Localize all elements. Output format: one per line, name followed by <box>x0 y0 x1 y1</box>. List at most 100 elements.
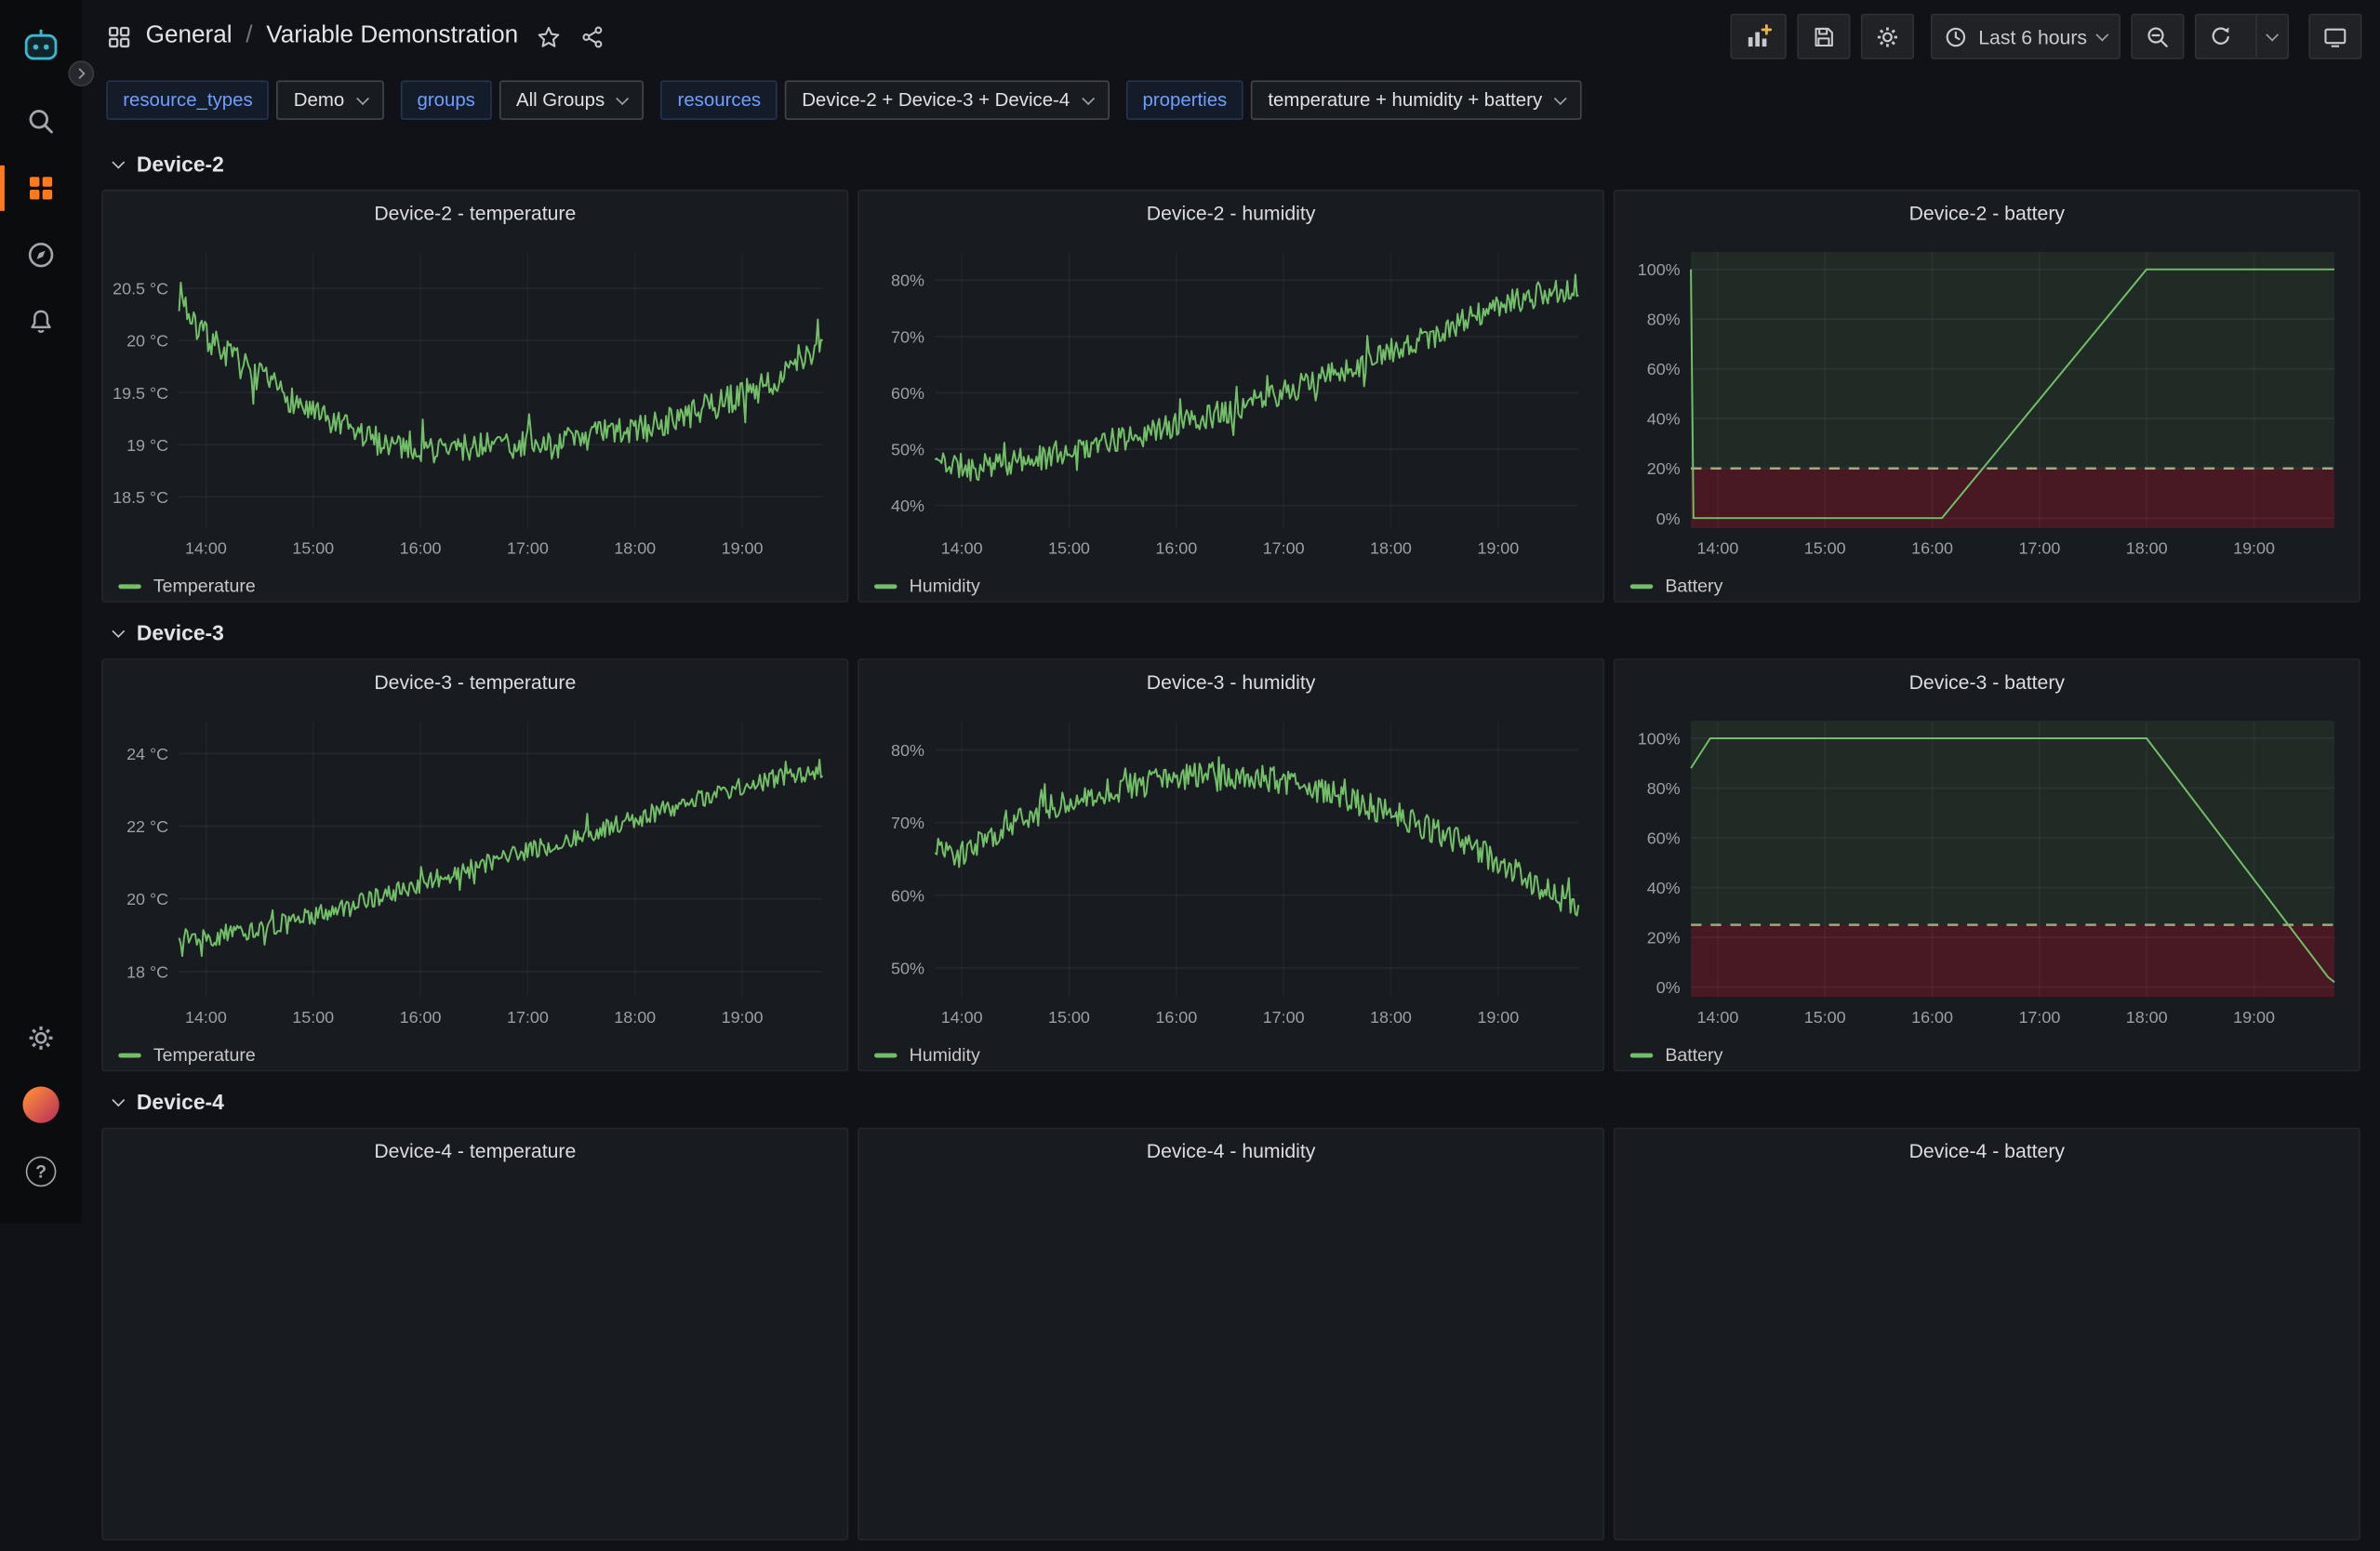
svg-text:15:00: 15:00 <box>292 1008 334 1027</box>
bell-icon <box>26 307 57 338</box>
save-dashboard-button[interactable] <box>1798 14 1851 60</box>
svg-text:17:00: 17:00 <box>2018 539 2060 558</box>
variable-value-dropdown[interactable]: All Groups <box>499 80 645 119</box>
panel-chart: 0%20%40%60%80%100%14:0015:0016:0017:0018… <box>1615 703 2359 1037</box>
svg-text:16:00: 16:00 <box>1911 539 1953 558</box>
add-panel-icon <box>1745 22 1774 51</box>
panel: Device-4 - temperature <box>101 1128 848 1541</box>
svg-text:18.5 °C: 18.5 °C <box>113 488 168 507</box>
svg-text:80%: 80% <box>1647 311 1681 329</box>
panel: Device-3 - temperature18 °C20 °C22 °C24 … <box>101 658 848 1071</box>
add-panel-button[interactable] <box>1731 14 1787 60</box>
svg-text:18:00: 18:00 <box>614 1008 656 1027</box>
variable-label: groups <box>401 80 492 119</box>
refresh-interval-dropdown[interactable] <box>2255 15 2287 58</box>
legend-label: Temperature <box>153 1044 256 1066</box>
svg-text:70%: 70% <box>891 327 924 346</box>
variable-value: Demo <box>294 89 344 111</box>
svg-text:19:00: 19:00 <box>2233 1008 2275 1027</box>
time-range-label: Last 6 hours <box>1978 25 2087 47</box>
sidebar-item-explore[interactable] <box>0 221 82 288</box>
panel-title[interactable]: Device-3 - humidity <box>859 660 1603 703</box>
sidebar-item-help[interactable]: ? <box>0 1138 82 1205</box>
row-title: Device-2 <box>137 152 224 176</box>
row-header-device-4[interactable]: Device-4 <box>113 1090 2360 1114</box>
time-picker-button[interactable]: Last 6 hours <box>1932 14 2121 60</box>
panel-chart: 50%60%70%80%14:0015:0016:0017:0018:0019:… <box>859 703 1603 1037</box>
svg-text:14:00: 14:00 <box>1696 1008 1738 1027</box>
refresh-button[interactable] <box>2195 14 2289 60</box>
apps-grid-icon <box>106 23 132 49</box>
sidebar-item-configuration[interactable] <box>0 1004 82 1071</box>
share-button[interactable] <box>580 23 606 49</box>
dashboard-title[interactable]: Variable Demonstration <box>266 22 518 49</box>
legend-label: Battery <box>1665 576 1722 597</box>
dashboards-grid-icon <box>26 173 57 204</box>
legend-swatch <box>874 584 897 589</box>
breadcrumb-folder[interactable]: General <box>146 22 233 49</box>
panel-chart <box>103 1172 847 1505</box>
svg-text:19:00: 19:00 <box>1477 539 1519 558</box>
svg-text:17:00: 17:00 <box>1263 539 1305 558</box>
variable-value-dropdown[interactable]: Demo <box>277 80 384 119</box>
panel-title[interactable]: Device-3 - temperature <box>103 660 847 703</box>
legend-label: Humidity <box>910 576 980 597</box>
panel-title[interactable]: Device-2 - battery <box>1615 192 2359 234</box>
svg-text:14:00: 14:00 <box>941 539 983 558</box>
sidebar-item-alerting[interactable] <box>0 288 82 355</box>
zoom-out-button[interactable] <box>2131 14 2184 60</box>
row-header-device-3[interactable]: Device-3 <box>113 620 2360 644</box>
legend[interactable]: Temperature <box>103 1037 847 1073</box>
panel-title[interactable]: Device-4 - battery <box>1615 1129 2359 1172</box>
panel-title[interactable]: Device-4 - humidity <box>859 1129 1603 1172</box>
star-button[interactable] <box>537 23 563 49</box>
legend[interactable]: Temperature <box>103 567 847 603</box>
panel-title[interactable]: Device-2 - temperature <box>103 192 847 234</box>
sidebar-spacer <box>0 355 82 1005</box>
svg-text:40%: 40% <box>1647 879 1681 897</box>
row-header-device-2[interactable]: Device-2 <box>113 152 2360 176</box>
panel-title[interactable]: Device-3 - battery <box>1615 660 2359 703</box>
sidebar-item-search[interactable] <box>0 88 82 155</box>
dashboard-settings-button[interactable] <box>1862 14 1915 60</box>
svg-text:15:00: 15:00 <box>1048 1008 1090 1027</box>
svg-text:14:00: 14:00 <box>1696 539 1738 558</box>
svg-text:14:00: 14:00 <box>185 1008 227 1027</box>
legend[interactable]: Battery <box>1615 1037 2359 1073</box>
sidebar: ? <box>0 0 82 1223</box>
template-variables-row: resource_types Demo groups All Groups re… <box>82 73 2380 133</box>
save-icon <box>1812 23 1838 49</box>
legend[interactable]: Humidity <box>859 1037 1603 1073</box>
panel-title[interactable]: Device-2 - humidity <box>859 192 1603 234</box>
legend-label: Battery <box>1665 1044 1722 1066</box>
variable-value: temperature + humidity + battery <box>1268 89 1542 111</box>
legend-label: Humidity <box>910 1044 980 1066</box>
breadcrumb: General / Variable Demonstration <box>106 22 518 49</box>
gear-icon <box>1875 23 1901 49</box>
variable-value-dropdown[interactable]: Device-2 + Device-3 + Device-4 <box>785 80 1109 119</box>
svg-text:0%: 0% <box>1656 978 1681 997</box>
svg-text:17:00: 17:00 <box>507 539 549 558</box>
sidebar-item-profile[interactable] <box>0 1071 82 1138</box>
svg-text:40%: 40% <box>891 497 924 515</box>
legend[interactable]: Battery <box>1615 567 2359 603</box>
svg-text:19 °C: 19 °C <box>126 436 168 455</box>
variable-value: Device-2 + Device-3 + Device-4 <box>802 89 1070 111</box>
svg-text:100%: 100% <box>1638 729 1681 748</box>
chevron-down-icon <box>2095 28 2108 41</box>
chevron-down-icon <box>112 624 125 637</box>
panel-title[interactable]: Device-4 - temperature <box>103 1129 847 1172</box>
monitor-icon <box>2322 23 2348 49</box>
svg-text:19:00: 19:00 <box>722 539 764 558</box>
variable-value-dropdown[interactable]: temperature + humidity + battery <box>1251 80 1581 119</box>
svg-text:19:00: 19:00 <box>1477 1008 1519 1027</box>
app-root: ? General / Variable Demonstration <box>0 0 2380 1223</box>
sidebar-item-dashboards[interactable] <box>0 154 82 221</box>
kiosk-mode-button[interactable] <box>2308 14 2361 60</box>
sidebar-expand-button[interactable] <box>68 60 94 86</box>
row-title: Device-4 <box>137 1090 224 1114</box>
variable-label: properties <box>1126 80 1244 119</box>
legend[interactable]: Humidity <box>859 567 1603 603</box>
svg-text:20 °C: 20 °C <box>126 890 168 908</box>
panel-chart: 0%20%40%60%80%100%14:0015:0016:0017:0018… <box>1615 233 2359 567</box>
